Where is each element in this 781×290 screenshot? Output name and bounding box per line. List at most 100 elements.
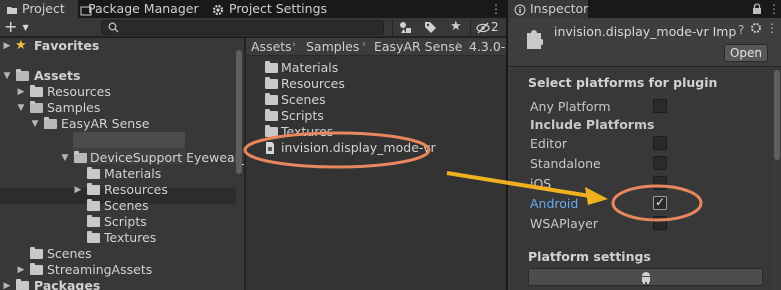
tree-item-favorites[interactable]: ▶ ★ Favorites xyxy=(0,38,236,54)
checkmark-icon: ✓ xyxy=(655,195,666,209)
platform-checkbox-editor[interactable] xyxy=(653,136,667,150)
file-item-textures[interactable]: Textures xyxy=(246,124,496,140)
tree-scrollbar[interactable] xyxy=(236,50,242,174)
lock-icon[interactable] xyxy=(752,3,762,15)
platform-label-android: Android xyxy=(530,196,579,211)
folder-icon xyxy=(30,263,43,275)
platform-checkbox-ios[interactable] xyxy=(653,176,667,190)
inspector-header: invision.display_mode-vr Imp ? ⋮ Open xyxy=(508,18,781,67)
breadcrumb-item[interactable]: 4.3.0- xyxy=(469,39,505,54)
folder-tree: ▶ ★ Favorites ▼ Assets ▶ Resources ▼ Sam… xyxy=(0,38,244,290)
type-filter-icon xyxy=(399,21,412,37)
tree-item-assets[interactable]: ▼ Assets xyxy=(0,68,236,84)
any-platform-label: Any Platform xyxy=(530,99,611,114)
tree-item-label: Scripts xyxy=(104,214,147,229)
platform-label-editor: Editor xyxy=(530,136,567,151)
file-item-label: Scripts xyxy=(281,108,324,123)
kebab-menu-icon[interactable]: ⋮ xyxy=(768,0,780,18)
tree-item-streamingassets[interactable]: ▶ StreamingAssets xyxy=(0,262,236,278)
collapse-arrow-icon[interactable]: ▼ xyxy=(30,116,40,132)
favorite-button[interactable]: ★ xyxy=(446,19,466,36)
file-item-scenes[interactable]: Scenes xyxy=(246,92,496,108)
star-icon: ★ xyxy=(15,38,27,53)
collapse-arrow-icon[interactable]: ▼ xyxy=(60,150,70,166)
folder-open-icon xyxy=(30,101,43,113)
platform-checkbox-wsaplayer[interactable] xyxy=(653,216,667,230)
tree-item-label: Scenes xyxy=(47,246,92,261)
folder-icon xyxy=(30,247,43,259)
tab-inspector[interactable]: Inspector xyxy=(508,0,588,18)
tab-project[interactable]: Project xyxy=(0,0,78,18)
file-item-resources[interactable]: Resources xyxy=(246,76,496,92)
collapse-arrow-icon[interactable]: ▼ xyxy=(2,68,12,84)
file-item-plugin[interactable]: invision.display_mode-vr xyxy=(246,140,496,156)
tree-item-materials[interactable]: Materials xyxy=(0,166,236,182)
tree-item-label: Samples xyxy=(47,100,101,115)
expand-arrow-icon[interactable]: ▶ xyxy=(16,262,26,278)
folder-open-icon xyxy=(44,117,57,129)
tab-project-settings[interactable]: Project Settings xyxy=(208,0,338,18)
breadcrumb-item[interactable]: EasyAR Sense xyxy=(374,39,462,54)
file-item-materials[interactable]: Materials xyxy=(246,60,496,76)
star-icon: ★ xyxy=(450,19,462,34)
open-button[interactable]: Open xyxy=(724,44,768,62)
plugin-file-icon xyxy=(265,142,275,158)
create-button[interactable]: + ▼ xyxy=(4,18,32,36)
tree-item-label: Resources xyxy=(47,84,111,99)
platform-checkbox-standalone[interactable] xyxy=(653,156,667,170)
platform-checkbox-android[interactable]: ✓ xyxy=(653,195,667,210)
breadcrumb-item[interactable]: Samples xyxy=(306,39,359,54)
tab-package-manager[interactable]: Package Manager xyxy=(80,0,204,18)
search-input[interactable] xyxy=(101,20,384,35)
tree-item-devicesupport[interactable]: ▼ DeviceSupport Eyewear_I xyxy=(0,150,244,166)
tree-item-scenes[interactable]: Scenes xyxy=(0,198,236,214)
tree-item-textures[interactable]: Textures xyxy=(0,230,236,246)
expand-arrow-icon[interactable]: ▶ xyxy=(2,278,12,290)
search-by-type-button[interactable] xyxy=(395,19,415,36)
more-options-icon[interactable]: ⋮ xyxy=(766,21,778,35)
file-item-scripts[interactable]: Scripts xyxy=(246,108,496,124)
any-platform-checkbox[interactable] xyxy=(653,99,667,113)
tree-item-label: Favorites xyxy=(34,38,100,53)
folder-open-icon xyxy=(16,69,29,81)
folder-icon xyxy=(87,199,100,211)
tab-project-settings-label: Project Settings xyxy=(229,1,328,16)
android-icon xyxy=(640,271,652,287)
select-platforms-heading: Select platforms for plugin xyxy=(528,75,718,90)
chevron-down-icon: ▼ xyxy=(22,23,29,32)
project-toolbar: + ▼ ★ 2 xyxy=(0,18,506,37)
tree-item-resources[interactable]: ▶ Resources xyxy=(0,84,236,100)
tree-item-label: EasyAR Sense xyxy=(61,116,150,131)
help-icon[interactable]: ? xyxy=(738,23,744,37)
folder-icon xyxy=(87,231,100,243)
folder-icon xyxy=(87,183,100,195)
file-item-label: Resources xyxy=(281,76,345,91)
tree-item-label: Scenes xyxy=(104,198,149,213)
platform-settings-tab-android[interactable] xyxy=(528,268,763,286)
expand-arrow-icon[interactable]: ▶ xyxy=(2,38,12,54)
tab-package-manager-label: Package Manager xyxy=(88,1,199,16)
folder-icon xyxy=(265,93,278,105)
inspector-scrollbar[interactable] xyxy=(773,68,781,290)
tree-item-label: Materials xyxy=(104,166,162,181)
tree-item-packages[interactable]: ▶ Packages xyxy=(0,278,236,290)
folder-open-icon xyxy=(74,151,87,163)
expand-arrow-icon[interactable]: ▶ xyxy=(16,84,26,100)
tree-item-scenes-root[interactable]: Scenes xyxy=(0,246,236,262)
inspector-scroll-thumb[interactable] xyxy=(774,70,780,160)
tree-item-samples[interactable]: ▼ Samples xyxy=(0,100,236,116)
create-label: + xyxy=(4,17,18,36)
folder-icon xyxy=(265,109,278,121)
breadcrumb-item[interactable]: Assets xyxy=(251,39,292,54)
expand-arrow-icon[interactable]: ▶ xyxy=(73,182,83,198)
search-by-label-button[interactable] xyxy=(420,19,440,36)
file-item-label: invision.display_mode-vr xyxy=(281,140,436,155)
settings-icon[interactable] xyxy=(750,22,762,37)
tree-item-label: Resources xyxy=(104,182,168,197)
collapse-arrow-icon[interactable]: ▼ xyxy=(16,100,26,116)
kebab-menu-icon[interactable]: ⋮ xyxy=(490,0,502,18)
tree-item-scripts[interactable]: Scripts xyxy=(0,214,236,230)
hidden-packages-button[interactable]: 2 xyxy=(474,19,504,36)
tree-item-easyar-sense[interactable]: ▼ EasyAR Sense xyxy=(0,116,236,132)
tree-item-resources-child[interactable]: ▶ Resources xyxy=(0,182,236,198)
